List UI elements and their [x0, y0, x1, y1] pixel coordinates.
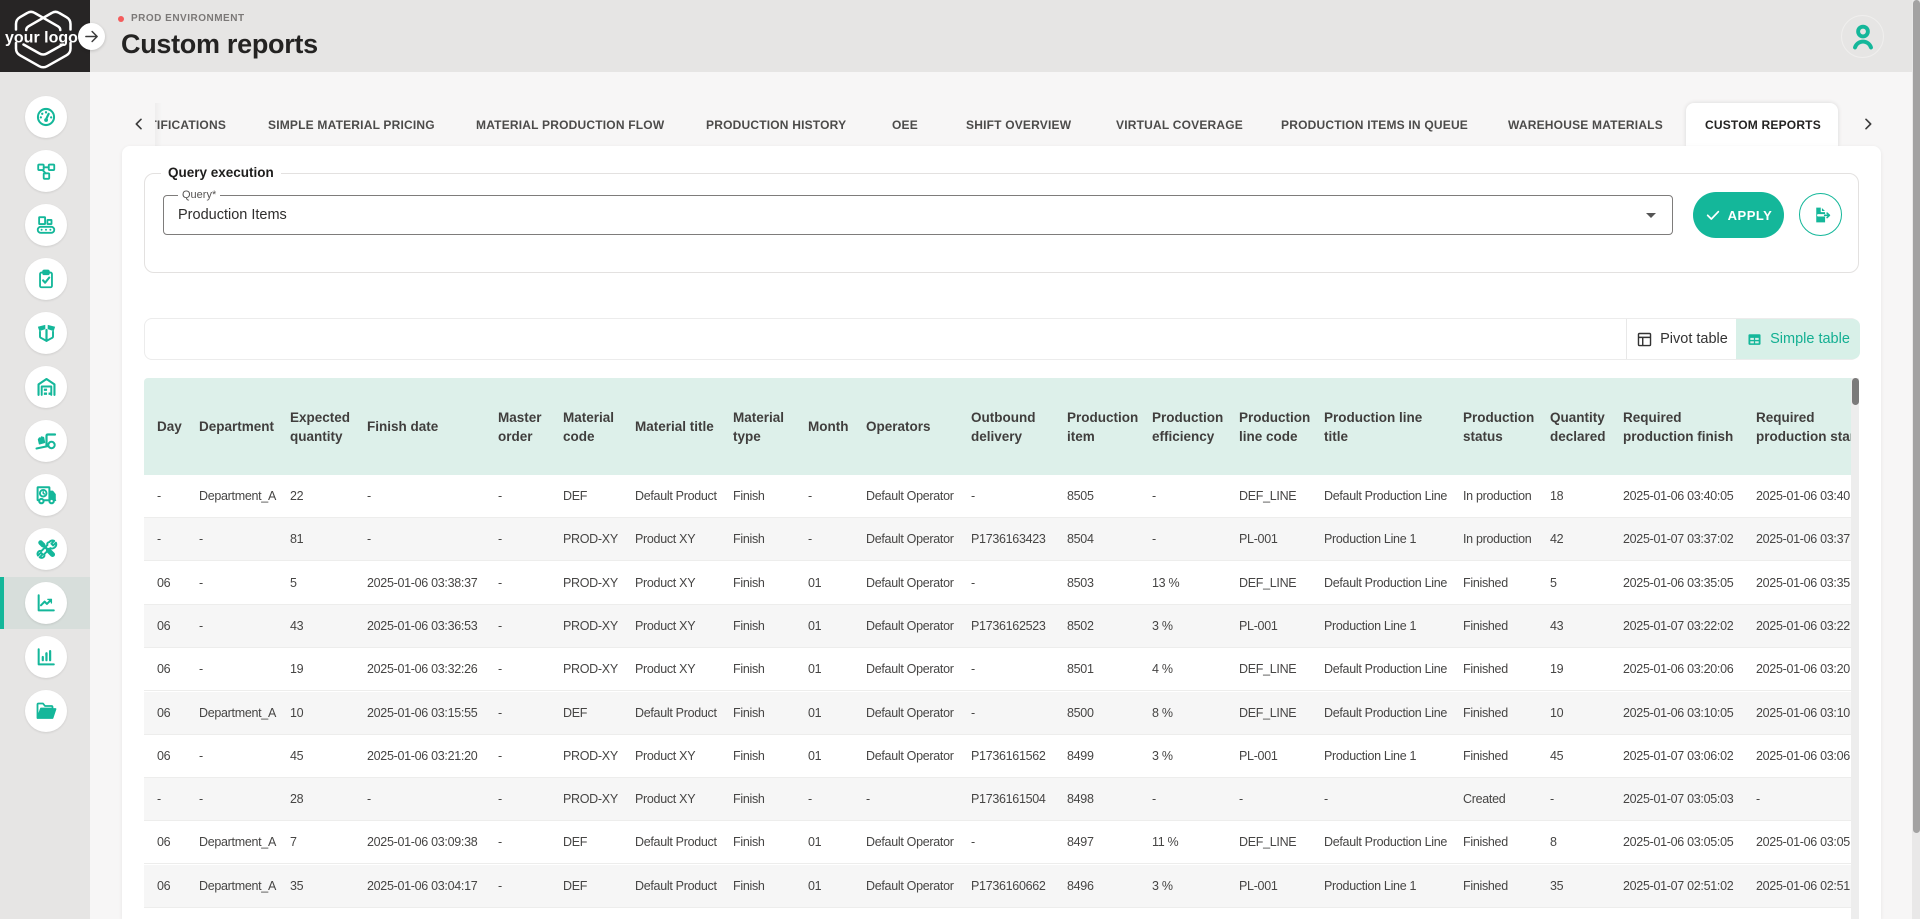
svg-text:your logo: your logo [5, 30, 78, 47]
